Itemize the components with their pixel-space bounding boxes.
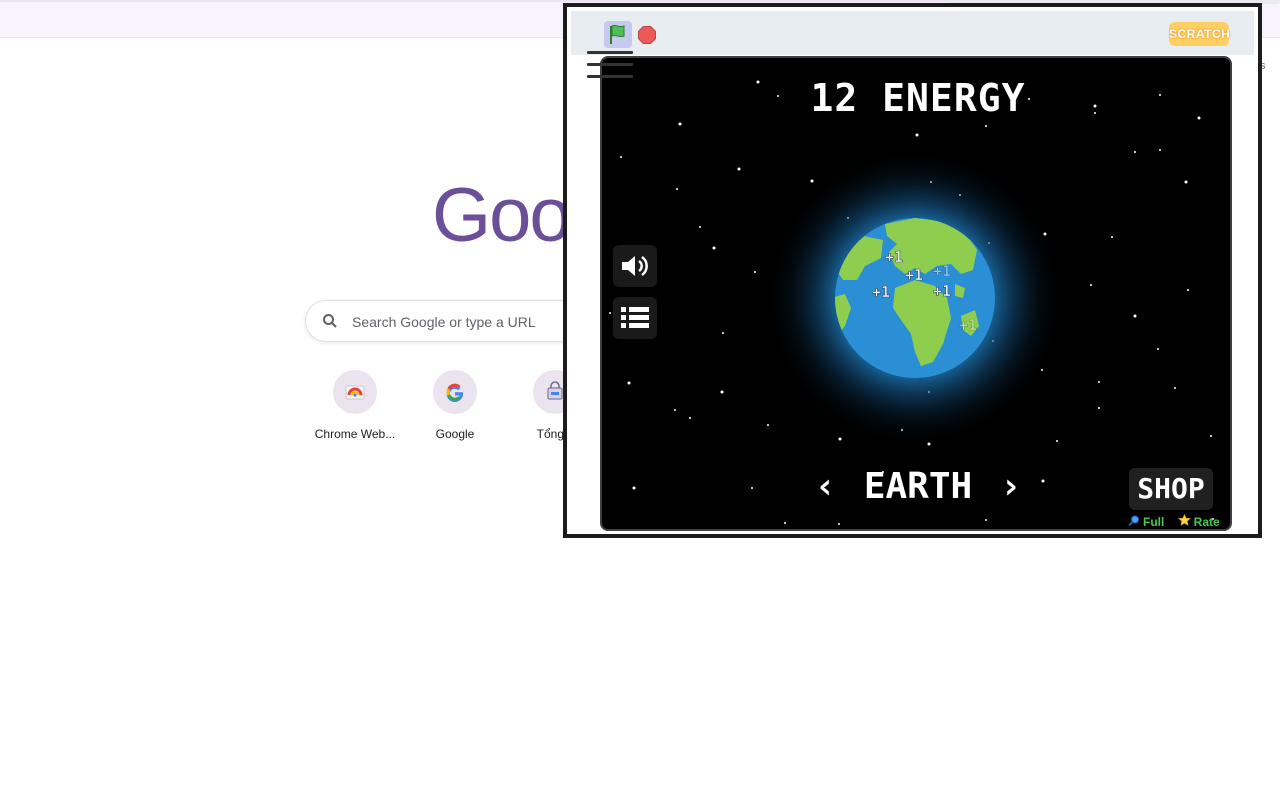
earth-icon: +1 +1 +1 +1 +1 +1 — [765, 148, 1065, 448]
star-icon — [1177, 514, 1191, 526]
sound-button[interactable] — [613, 245, 657, 287]
hamburger-menu-icon[interactable] — [587, 51, 633, 85]
shortcut-label: Chrome Web... — [314, 427, 396, 441]
green-flag-button[interactable] — [604, 21, 632, 48]
shortcut-chrome-web-store[interactable]: Chrome Web... — [305, 370, 405, 441]
full-link[interactable]: Full — [1128, 515, 1168, 529]
shortcut-label: Google — [435, 427, 475, 441]
full-label: Full — [1143, 515, 1165, 529]
energy-counter: 12 ENERGY — [810, 76, 1026, 120]
next-planet-button[interactable]: › — [994, 466, 1028, 507]
magnifier-icon — [1128, 515, 1139, 526]
list-icon — [621, 307, 649, 328]
planet-name: EARTH — [863, 466, 973, 507]
shop-button[interactable]: SHOP — [1129, 468, 1213, 510]
google-g-icon — [433, 370, 477, 414]
search-placeholder: Search Google or type a URL — [352, 314, 536, 330]
footer-links: Full Rate — [1128, 514, 1230, 529]
stop-sign-icon[interactable] — [638, 26, 656, 44]
green-flag-icon — [610, 24, 625, 44]
scratch-player-window: SCRATCH 12 ENERGY +1 +1 +1 +1 +1 +1 ‹ EA… — [563, 3, 1262, 538]
google-logo: Goo — [432, 173, 572, 258]
plus-one-label: +1 — [872, 283, 890, 301]
list-button[interactable] — [613, 297, 657, 339]
speaker-icon — [622, 255, 648, 277]
plus-one-label: +1 — [885, 248, 903, 266]
game-stage[interactable]: 12 ENERGY +1 +1 +1 +1 +1 +1 ‹ EARTH › SH… — [600, 56, 1232, 531]
planet-earth[interactable]: +1 +1 +1 +1 +1 +1 — [765, 148, 1065, 448]
plus-one-label: +1 — [933, 282, 951, 300]
shortcut-google[interactable]: Google — [405, 370, 505, 441]
plus-one-label: +1 — [933, 262, 951, 280]
plus-one-label: +1 — [959, 316, 977, 334]
rate-label: Rate — [1193, 515, 1220, 529]
rate-link[interactable]: Rate — [1177, 514, 1220, 529]
previous-planet-button[interactable]: ‹ — [808, 466, 842, 507]
scratch-toolbar: SCRATCH — [571, 11, 1254, 55]
chrome-web-store-icon — [333, 370, 377, 414]
plus-one-label: +1 — [905, 266, 923, 284]
scratch-logo[interactable]: SCRATCH — [1169, 22, 1230, 46]
search-icon — [323, 314, 337, 328]
